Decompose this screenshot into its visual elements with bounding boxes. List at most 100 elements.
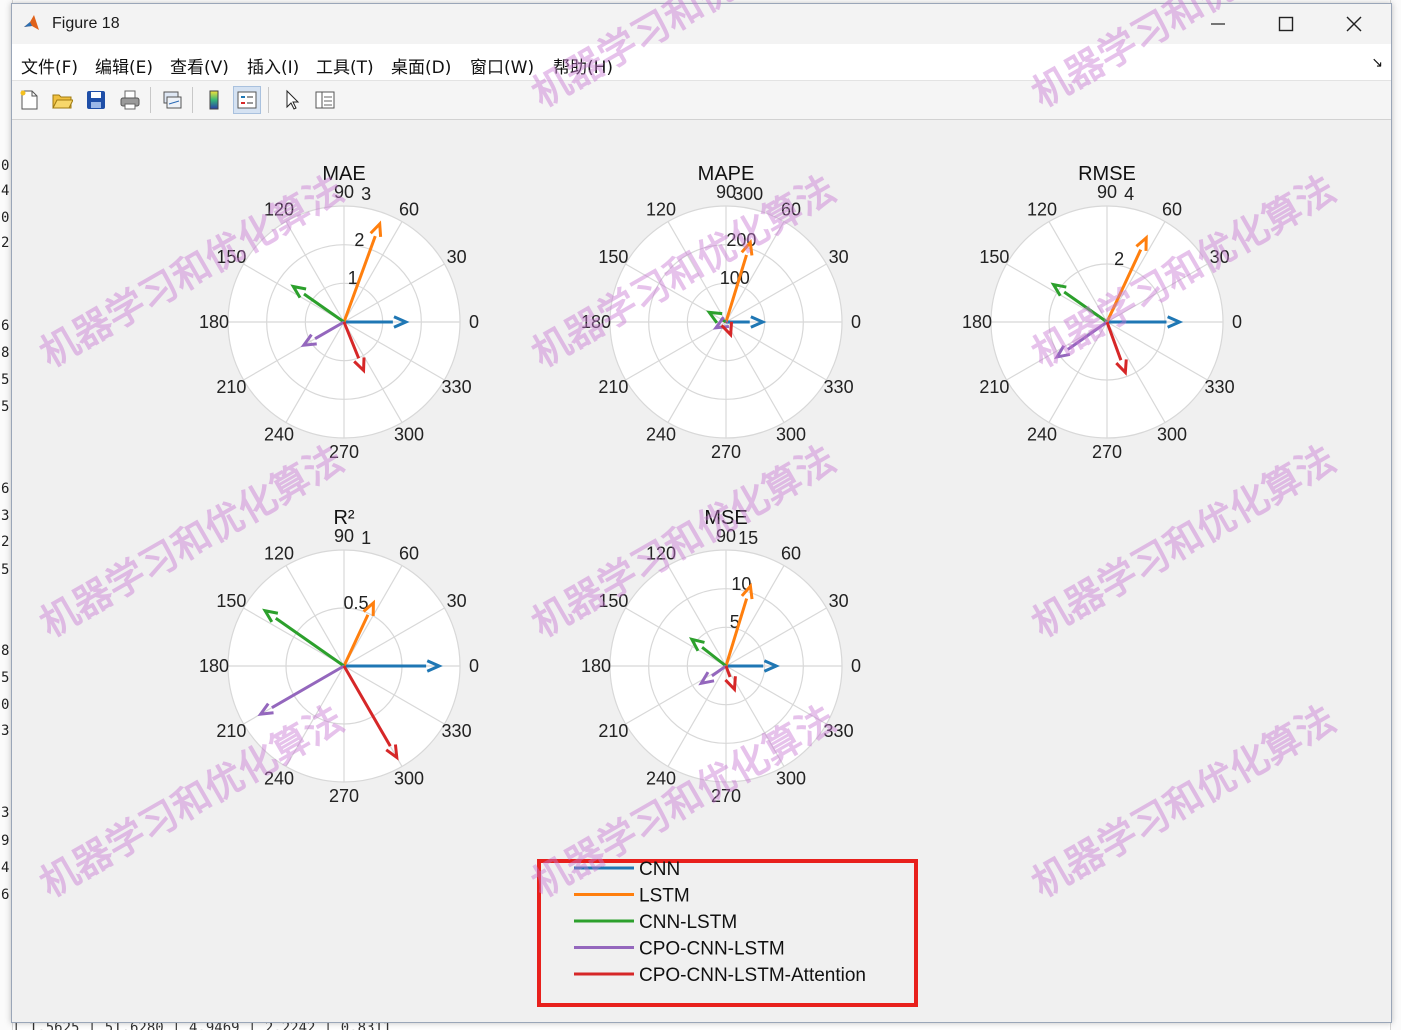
menu-desktop[interactable]: 桌面(D) (391, 53, 451, 78)
legend[interactable]: CNN LSTM CNN-LSTM CPO-CNN-LSTM CPO-CNN-LSTM-… (537, 859, 918, 1007)
theta-tick-label: 330 (824, 721, 854, 741)
minimize-icon (1211, 23, 1225, 25)
background-digit: 5 (1, 670, 10, 686)
background-digit: 5 (1, 399, 10, 415)
menu-window[interactable]: 窗口(W) (470, 53, 534, 78)
colorbar-button[interactable] (200, 86, 228, 114)
theta-tick-label: 210 (216, 721, 246, 741)
minimize-button[interactable] (1184, 4, 1252, 44)
print-button[interactable] (116, 86, 144, 114)
theta-tick-label: 30 (447, 591, 467, 611)
figure-canvas[interactable]: 0 30 60 90 120 150 180 210 240 270 300 330 1 2 3 MAE 0 30… (12, 120, 1391, 1022)
save-icon (87, 91, 105, 109)
menu-view[interactable]: 查看(V) (170, 53, 229, 78)
theta-tick-label: 210 (216, 377, 246, 397)
theta-tick-label: 270 (329, 442, 359, 462)
menu-tools[interactable]: 工具(T) (316, 53, 374, 78)
theta-tick-label: 60 (399, 199, 419, 219)
link-plot-icon (163, 91, 182, 109)
theta-tick-label: 120 (1027, 199, 1057, 219)
theta-tick-label: 60 (399, 543, 419, 563)
theta-tick-label: 300 (1157, 425, 1187, 445)
background-digit: 4 (1, 860, 10, 876)
legend-icon (237, 91, 257, 109)
property-editor-button[interactable] (311, 86, 339, 114)
title-bar[interactable]: Figure 18 (12, 4, 1391, 44)
r-tick-label: 2 (1114, 249, 1124, 269)
theta-tick-label: 300 (776, 425, 806, 445)
theta-tick-label: 150 (216, 591, 246, 611)
background-digit: 8 (1, 345, 10, 361)
figure-toolbar (12, 81, 1391, 120)
pointer-button[interactable] (278, 86, 306, 114)
theta-tick-label: 90 (1097, 182, 1117, 202)
theta-tick-label: 30 (1210, 247, 1230, 267)
theta-tick-label: 90 (716, 526, 736, 546)
theta-tick-label: 330 (442, 721, 472, 741)
theta-tick-label: 300 (394, 769, 424, 789)
theta-tick-label: 0 (469, 656, 479, 676)
print-icon (120, 90, 140, 110)
menu-file[interactable]: 文件(F) (21, 53, 78, 78)
theta-tick-label: 150 (598, 247, 628, 267)
background-digit: 2 (1, 534, 10, 550)
r-tick-label: 4 (1124, 184, 1134, 204)
legend-label: CPO-CNN-LSTM (639, 939, 785, 960)
background-digit: 6 (1, 481, 10, 497)
theta-tick-label: 300 (776, 769, 806, 789)
legend-label: CNN-LSTM (639, 912, 737, 933)
theta-tick-label: 210 (979, 377, 1009, 397)
theta-tick-label: 30 (829, 591, 849, 611)
background-digit: 0 (1, 210, 10, 226)
open-file-icon (52, 94, 73, 109)
theta-tick-label: 0 (851, 656, 861, 676)
menu-help[interactable]: 帮助(H) (553, 53, 613, 78)
theta-tick-label: 30 (829, 247, 849, 267)
theta-tick-label: 240 (646, 425, 676, 445)
colorbar-icon (209, 90, 219, 110)
theta-tick-label: 330 (1205, 377, 1235, 397)
theta-tick-label: 180 (581, 656, 611, 676)
theta-tick-label: 330 (824, 377, 854, 397)
theta-tick-label: 330 (442, 377, 472, 397)
theta-tick-label: 210 (598, 721, 628, 741)
menu-edit[interactable]: 编辑(E) (95, 53, 153, 78)
background-digit: 0 (1, 697, 10, 713)
theta-tick-label: 150 (216, 247, 246, 267)
link-plot-button[interactable] (158, 86, 186, 114)
save-button[interactable] (82, 86, 110, 114)
legend-button[interactable] (233, 86, 261, 114)
r-tick-label: 1 (361, 528, 371, 548)
maximize-button[interactable] (1252, 4, 1320, 44)
background-digit: 4 (1, 183, 10, 199)
theta-tick-label: 30 (447, 247, 467, 267)
background-digit: 6 (1, 318, 10, 334)
theta-tick-label: 150 (598, 591, 628, 611)
legend-label: CNN (639, 859, 680, 880)
pointer-icon (286, 89, 300, 110)
new-figure-button[interactable] (15, 86, 43, 114)
open-file-button[interactable] (48, 86, 76, 114)
polar-plot-3: 03060901201501802102402703003300.51R² (199, 507, 479, 806)
theta-tick-label: 120 (646, 543, 676, 563)
theta-tick-label: 150 (979, 247, 1009, 267)
dock-arrow-icon[interactable]: ↘ (1371, 54, 1383, 71)
plot-title: MAPE (698, 163, 755, 185)
theta-tick-label: 0 (1232, 312, 1242, 332)
background-digit: 6 (1, 887, 10, 903)
theta-tick-label: 180 (581, 312, 611, 332)
theta-tick-label: 270 (1092, 442, 1122, 462)
background-digit: 3 (1, 805, 10, 821)
background-digit: 0 (1, 158, 10, 174)
close-button[interactable] (1320, 4, 1388, 44)
plot-title: RMSE (1078, 163, 1136, 185)
r-tick-label: 300 (733, 184, 763, 204)
toolbar-separator (150, 87, 151, 113)
legend-label: CPO-CNN-LSTM-Attention (639, 965, 866, 986)
polar-plot-1: 0306090120150180210240270300330100200300… (581, 163, 861, 462)
plot-title: R² (333, 507, 354, 529)
menu-insert[interactable]: 插入(I) (247, 53, 299, 78)
plot-title: MSE (704, 507, 747, 529)
new-figure-icon (20, 90, 38, 110)
theta-tick-label: 60 (781, 543, 801, 563)
